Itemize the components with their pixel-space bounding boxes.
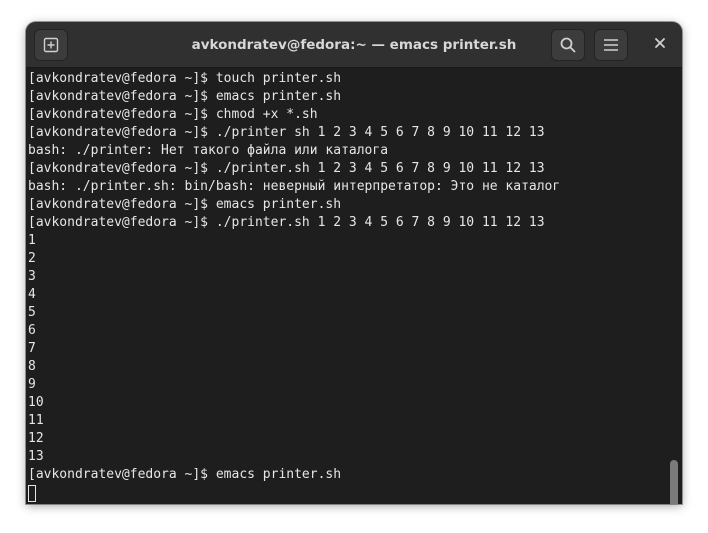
window-title: avkondratev@fedora:~ — emacs printer.sh [191,37,517,53]
hamburger-menu-icon [603,38,619,52]
search-icon [559,36,577,54]
terminal-line: 2 [28,251,36,266]
terminal-line: 4 [28,287,36,302]
terminal-line: [avkondratev@fedora ~]$ emacs printer.sh [28,89,342,104]
terminal-output[interactable]: [avkondratev@fedora ~]$ touch printer.sh… [26,68,682,504]
terminal-line: 10 [28,395,44,410]
new-tab-button[interactable] [34,29,68,61]
terminal-line: 7 [28,341,36,356]
terminal-line: 1 [28,233,36,248]
scrollbar[interactable] [670,460,678,504]
terminal-window: avkondratev@fedora:~ — emacs printer.sh [26,22,682,504]
new-tab-icon [43,37,59,53]
terminal-line: [avkondratev@fedora ~]$ emacs printer.sh [28,467,342,482]
terminal-line: 3 [28,269,36,284]
terminal-line: 8 [28,359,36,374]
terminal-line: [avkondratev@fedora ~]$ ./printer.sh 1 2… [28,161,545,176]
main-menu-button[interactable] [594,29,628,61]
close-icon [654,36,666,54]
terminal-line: [avkondratev@fedora ~]$ ./printer.sh 1 2… [28,215,545,230]
terminal-line: 12 [28,431,44,446]
terminal-line: 6 [28,323,36,338]
terminal-line: [avkondratev@fedora ~]$ ./printer sh 1 2… [28,125,545,140]
text-cursor [28,485,36,502]
terminal-line: 13 [28,449,44,464]
terminal-line: [avkondratev@fedora ~]$ touch printer.sh [28,71,342,86]
terminal-line: 11 [28,413,44,428]
search-button[interactable] [551,29,585,61]
close-button[interactable] [646,31,674,59]
terminal-line: 5 [28,305,36,320]
terminal-line: bash: ./printer.sh: bin/bash: неверный и… [28,179,561,194]
terminal-line: 9 [28,377,36,392]
terminal-input-line[interactable] [28,484,682,504]
terminal-line: bash: ./printer: Нет такого файла или ка… [28,143,389,158]
terminal-line: [avkondratev@fedora ~]$ emacs printer.sh [28,197,342,212]
terminal-line: [avkondratev@fedora ~]$ chmod +x *.sh [28,107,318,122]
header-bar: avkondratev@fedora:~ — emacs printer.sh [26,22,682,68]
